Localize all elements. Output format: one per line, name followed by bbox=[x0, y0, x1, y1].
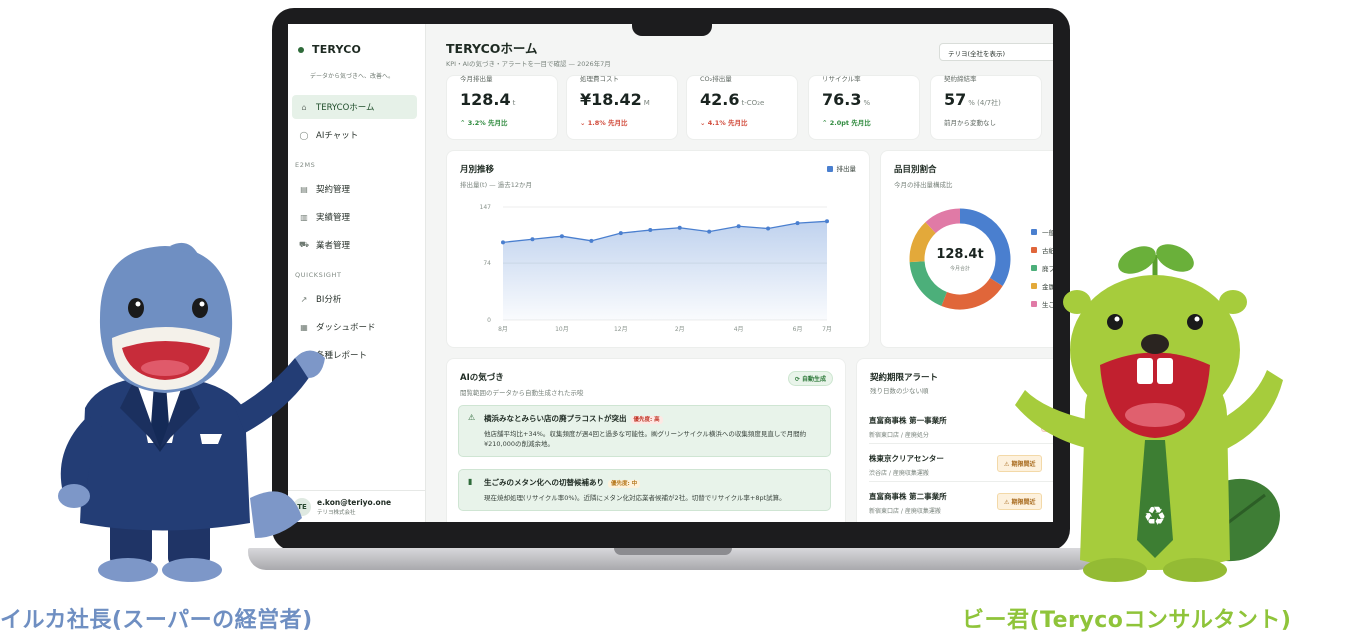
y-tick-label: 74 bbox=[483, 260, 491, 267]
section-e2ms: E2MS bbox=[295, 161, 316, 169]
page-subtitle: KPI・AIの気づき・アラートを一目で確認 — 2026年7月 bbox=[446, 60, 611, 68]
x-tick-label: 7月 bbox=[822, 326, 832, 333]
insight-title: 生ごみのメタン化への切替候補あり 優先度: 中 bbox=[484, 477, 820, 488]
data-point bbox=[707, 229, 712, 234]
kpi-card-contract[interactable]: 契約締結率 57% (4/7社) 前月から変動なし bbox=[931, 75, 1041, 139]
kpi-value: 76.3% bbox=[822, 90, 871, 109]
kpi-label: 契約締結率 bbox=[944, 75, 977, 83]
bar-chart-icon: ▥ bbox=[300, 212, 308, 222]
data-point bbox=[766, 226, 771, 231]
data-point bbox=[736, 224, 741, 229]
home-icon: ⌂ bbox=[301, 102, 307, 112]
kpi-label: リサイクル率 bbox=[822, 75, 861, 83]
kpi-value: 42.6 t-CO₂e bbox=[700, 90, 765, 109]
kpi-card-recycle[interactable]: リサイクル率 76.3% ⌃ 2.0pt 先月比 bbox=[809, 75, 919, 139]
laptop-base-notch bbox=[614, 548, 732, 555]
y-tick-label: 0 bbox=[487, 317, 491, 324]
dolphin-caption: イルカ社長(スーパーの経営者) bbox=[0, 608, 313, 633]
sidebar-item-contracts[interactable]: ▤ 契約管理 bbox=[292, 177, 417, 201]
beaver-mascot-illustration: ♻ bbox=[1015, 244, 1283, 582]
x-tick-label: 12月 bbox=[614, 326, 628, 333]
sidebar-item-label: 契約管理 bbox=[316, 185, 351, 195]
donut-slice bbox=[941, 277, 1003, 310]
insight-body: 現在焼却処理(リサイクル率0%)。近隣にメタン化対応業者候補が2社。切替でリサイ… bbox=[484, 494, 786, 502]
auto-generate-chip[interactable]: ⟳ 自動生成 bbox=[787, 371, 833, 386]
data-point bbox=[825, 219, 829, 224]
sidebar-item-ai-chat[interactable]: ◯ AIチャット bbox=[292, 123, 417, 147]
kpi-label: CO₂排出量 bbox=[700, 75, 732, 83]
x-tick-label: 10月 bbox=[555, 326, 569, 333]
monthly-line-chart: 0 74 147 8月 10月 12月 2月 4月 6月 7月 bbox=[480, 204, 832, 333]
camera-notch bbox=[632, 10, 712, 36]
kpi-card-cost[interactable]: 処理費コスト ¥18.42 M ⌄ 1.8% 先月比 bbox=[567, 75, 677, 139]
svg-text:♻: ♻ bbox=[1143, 502, 1166, 532]
kpi-value: ¥18.42 M bbox=[580, 90, 650, 109]
sidebar-item-label: 実績管理 bbox=[316, 213, 351, 223]
card-title: AIの気づき bbox=[460, 373, 504, 383]
kpi-card-co2[interactable]: CO₂排出量 42.6 t-CO₂e ⌄ 4.1% 先月比 bbox=[687, 75, 797, 139]
monthly-chart-card: 月別推移 排出量(t) — 過去12か月 排出量 0 74 147 8月 10月 12月 2… bbox=[447, 151, 869, 347]
area-fill bbox=[503, 221, 827, 320]
card-subtitle: 閲覧範囲のデータから自動生成された示唆 bbox=[460, 389, 584, 397]
page-title: TERYCOホーム bbox=[446, 41, 538, 56]
kpi-delta: ⌄ 4.1% 先月比 bbox=[700, 119, 748, 127]
donut-center-value: 128.4t bbox=[936, 247, 984, 262]
beaver-caption: ビー君(Terycoコンサルタント) bbox=[962, 608, 1292, 633]
legend-item: 一般 bbox=[1031, 227, 1053, 237]
kpi-label: 処理費コスト bbox=[580, 75, 619, 83]
kpi-value: 128.4 t bbox=[460, 90, 516, 109]
brand[interactable]: TERYCO bbox=[298, 43, 361, 56]
app-screen: TERYCO データから気づきへ、改善へ。 ⌂ TERYCOホーム ◯ AIチャ… bbox=[288, 24, 1053, 522]
legend-swatch bbox=[1031, 229, 1037, 235]
priority-badge: 優先度: 中 bbox=[608, 480, 641, 488]
data-point bbox=[648, 228, 653, 233]
insight-body: 他店舗平均比+34%。収集頻度が週4回と過多な可能性。㈱グリーンサイクル横浜への… bbox=[484, 430, 807, 449]
kpi-delta: ⌃ 3.2% 先月比 bbox=[460, 119, 508, 127]
x-tick-label: 8月 bbox=[498, 326, 508, 333]
ai-insights-card: AIの気づき 閲覧範囲のデータから自動生成された示唆 ⟳ 自動生成 ⚠ 横浜みな… bbox=[447, 359, 845, 522]
kpi-delta: ⌄ 1.8% 先月比 bbox=[580, 119, 628, 127]
kpi-value: 57% (4/7社) bbox=[944, 90, 1001, 109]
sidebar-item-label: AIチャット bbox=[316, 131, 359, 141]
x-tick-label: 2月 bbox=[675, 326, 685, 333]
brand-name: TERYCO bbox=[312, 43, 362, 56]
data-point bbox=[501, 240, 505, 245]
kpi-label: 今月排出量 bbox=[460, 75, 493, 83]
chart-icon: ▮ bbox=[468, 477, 473, 486]
brand-dot-icon bbox=[298, 46, 304, 53]
insight-item[interactable]: ▮ 生ごみのメタン化への切替候補あり 優先度: 中 現在焼却処理(リサイクル率0%… bbox=[458, 469, 831, 512]
x-tick-label: 6月 bbox=[793, 326, 803, 333]
kpi-card-emission[interactable]: 今月排出量 128.4 t ⌃ 3.2% 先月比 bbox=[447, 75, 557, 139]
insight-item[interactable]: ⚠ 横浜みなとみらい店の廃プラコストが突出 優先度: 高 他店舗平均比+34%。収… bbox=[458, 405, 831, 458]
card-subtitle: 残り日数の少ない順 bbox=[870, 387, 929, 395]
priority-badge: 優先度: 高 bbox=[630, 416, 663, 424]
y-tick-label: 147 bbox=[480, 204, 492, 211]
sidebar-item-results[interactable]: ▥ 実績管理 bbox=[292, 205, 417, 229]
sidebar-item-home[interactable]: ⌂ TERYCOホーム bbox=[292, 95, 417, 119]
data-point bbox=[677, 225, 682, 230]
company-select[interactable]: テリヨ(全社を表示) bbox=[939, 43, 1053, 61]
donut-slice bbox=[925, 208, 961, 234]
legend-label: 一般 bbox=[1042, 229, 1053, 237]
x-tick-label: 4月 bbox=[734, 326, 744, 333]
card-title: 契約期限アラート bbox=[870, 373, 939, 383]
tagline: データから気づきへ、改善へ。 bbox=[310, 73, 395, 80]
kpi-delta: 前月から変動なし bbox=[944, 119, 996, 127]
chat-icon: ◯ bbox=[299, 130, 309, 140]
warning-icon: ⚠ bbox=[468, 413, 476, 422]
kpi-delta: ⌃ 2.0pt 先月比 bbox=[822, 119, 871, 127]
donut-center-label: 今月合計 bbox=[949, 266, 970, 272]
data-point bbox=[559, 234, 564, 239]
document-icon: ▤ bbox=[300, 184, 308, 194]
insight-title: 横浜みなとみらい店の廃プラコストが突出 優先度: 高 bbox=[484, 413, 820, 424]
data-point bbox=[589, 238, 594, 243]
data-point bbox=[530, 237, 535, 242]
sidebar-item-label: TERYCOホーム bbox=[316, 103, 375, 113]
dolphin-mascot-illustration bbox=[58, 242, 325, 582]
data-point bbox=[795, 221, 800, 226]
data-point bbox=[618, 231, 623, 236]
